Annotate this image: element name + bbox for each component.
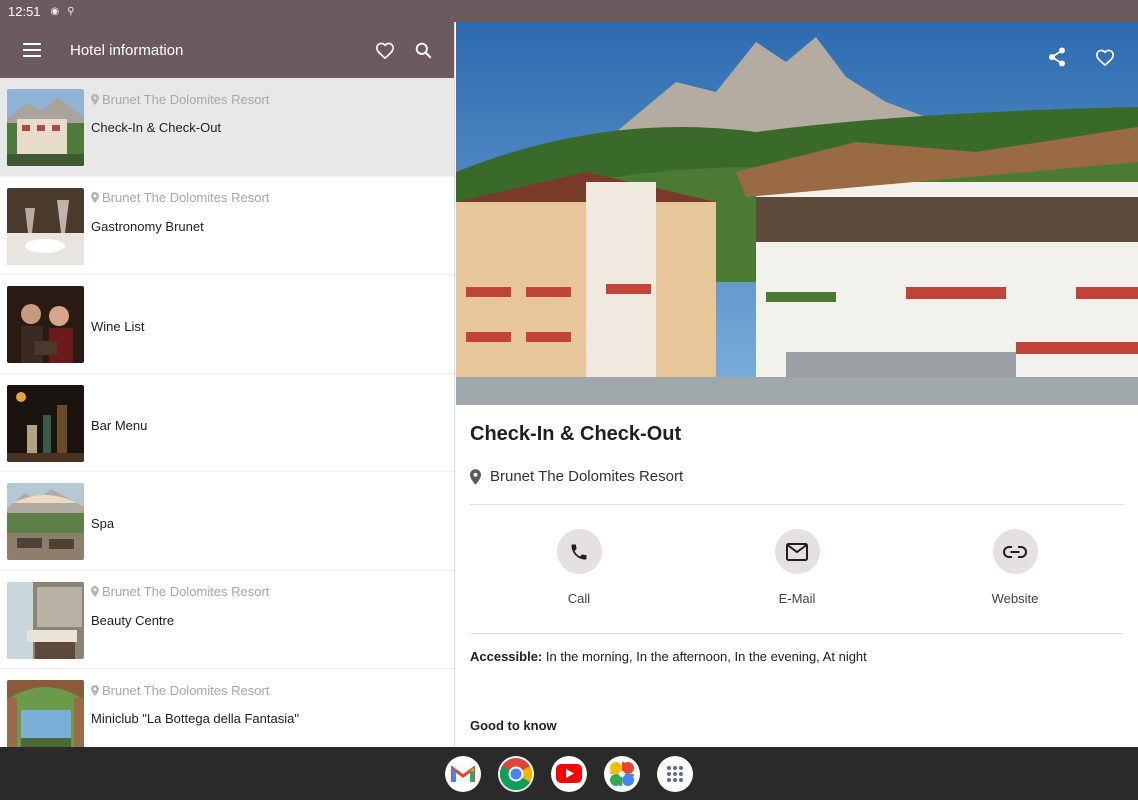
spa-thumbnail: [7, 483, 84, 560]
location-pin-icon: [91, 586, 99, 597]
list-item-name: Miniclub "La Bottega della Fantasia": [91, 711, 299, 726]
detail-pane: Check-In & Check-Out Brunet The Dolomite…: [456, 22, 1138, 747]
bar-menu-thumbnail: [7, 384, 84, 462]
share-icon[interactable]: [1038, 38, 1076, 76]
call-label: Call: [567, 591, 591, 606]
list-item[interactable]: Brunet The Dolomites Resort Check-In & C…: [0, 78, 454, 177]
email-label: E-Mail: [778, 591, 816, 606]
app-bar: Hotel information: [0, 22, 454, 78]
list-item-name: Beauty Centre: [91, 612, 175, 628]
youtube-icon[interactable]: [551, 755, 587, 792]
app-drawer-icon[interactable]: [657, 755, 693, 792]
location-pin-icon: [91, 192, 99, 203]
beauty-centre-thumbnail: [7, 581, 84, 659]
list-item-name: Spa: [91, 516, 115, 531]
location-label: Brunet The Dolomites Resort: [91, 190, 269, 206]
heart-icon[interactable]: [1086, 38, 1124, 76]
accessible-info: Accessible: In the morning, In the after…: [470, 649, 1124, 664]
link-icon: [1003, 545, 1027, 558]
mic-icon: ⚲: [67, 5, 75, 17]
list-item[interactable]: Brunet The Dolomites Resort Miniclub "La…: [0, 669, 454, 747]
hotel-hero-image: [456, 22, 1138, 405]
list-item-name: Bar Menu: [91, 417, 148, 433]
notification-icon: ◉: [50, 5, 60, 17]
gmail-icon[interactable]: [445, 755, 481, 792]
phone-icon: [571, 544, 587, 559]
location-label: Brunet The Dolomites Resort: [91, 91, 269, 107]
location-pin-icon: [91, 684, 99, 696]
search-icon[interactable]: [404, 31, 442, 69]
status-bar: 12:51 ◉ ⚲: [0, 0, 1138, 747]
location-pin-icon: [470, 468, 481, 485]
heart-icon[interactable]: [366, 31, 404, 69]
detail-location[interactable]: Brunet The Dolomites Resort: [470, 468, 1124, 485]
photos-icon[interactable]: [604, 755, 640, 792]
website-label: Website: [991, 591, 1039, 606]
website-button[interactable]: Website: [955, 529, 1075, 633]
taskbar: [0, 747, 1138, 800]
location-pin-icon: [91, 93, 99, 105]
hotel-info-list: Brunet The Dolomites Resort Check-In & C…: [0, 78, 454, 747]
hotel-info-list-pane: Hotel information Brunet The Dolomites R…: [0, 22, 455, 747]
location-label: Brunet The Dolomites Resort: [91, 682, 299, 698]
wine-list-thumbnail: [7, 286, 84, 363]
list-item-name: Wine List: [91, 319, 145, 334]
email-button[interactable]: E-Mail: [737, 529, 857, 633]
menu-icon[interactable]: [20, 31, 44, 69]
contact-actions: Call E-Mail Website: [470, 505, 1124, 633]
checkin-thumbnail: [7, 89, 84, 166]
call-button[interactable]: Call: [519, 529, 639, 633]
gastronomy-thumbnail: [7, 187, 84, 265]
accessible-label: Accessible:: [470, 649, 543, 664]
list-item[interactable]: Brunet The Dolomites Resort Gastronomy B…: [0, 177, 454, 275]
mail-icon: [786, 542, 808, 561]
hotel-photo: [456, 22, 1138, 405]
status-time: 12:51: [8, 3, 41, 19]
list-item-name: Gastronomy Brunet: [91, 218, 204, 234]
list-item[interactable]: Wine List: [0, 275, 454, 374]
divider: [470, 633, 1124, 634]
list-item-name: Check-In & Check-Out: [91, 120, 222, 135]
app-bar-title: Hotel information: [70, 41, 184, 59]
location-label: Brunet The Dolomites Resort: [91, 584, 269, 600]
list-item[interactable]: Spa: [0, 472, 454, 571]
list-item[interactable]: Bar Menu: [0, 374, 454, 472]
detail-title: Check-In & Check-Out: [470, 423, 682, 445]
chrome-icon[interactable]: [498, 755, 534, 792]
good-to-know-heading: Good to know: [470, 718, 557, 733]
list-item[interactable]: Brunet The Dolomites Resort Beauty Centr…: [0, 571, 454, 669]
accessible-value: In the morning, In the afternoon, In the…: [545, 649, 867, 664]
miniclub-thumbnail: [7, 680, 84, 747]
